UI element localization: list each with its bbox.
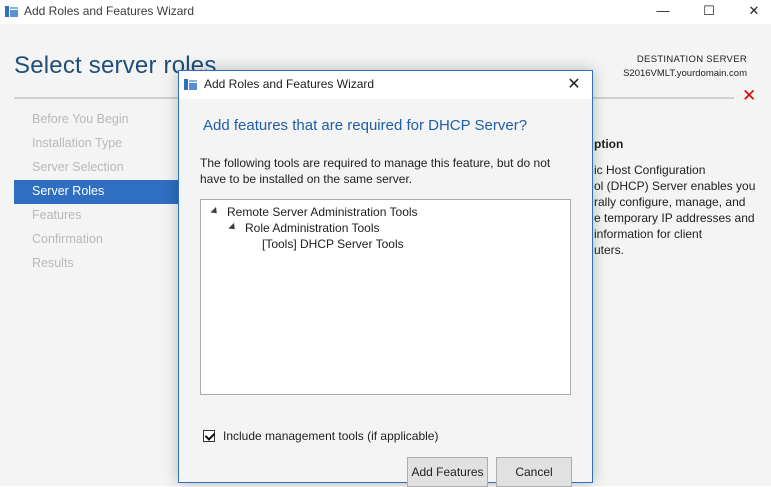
cancel-button[interactable]: Cancel — [496, 457, 572, 487]
description-title: ption — [594, 137, 624, 151]
dialog-title: Add Roles and Features Wizard — [204, 77, 375, 91]
dialog-heading: Add features that are required for DHCP … — [203, 117, 528, 134]
features-tree[interactable]: Remote Server Administration Tools Role … — [200, 199, 571, 395]
description-line: information for client — [594, 227, 703, 241]
add-features-dialog: Add Roles and Features Wizard ✕ Add feat… — [178, 70, 593, 487]
tree-item-label: Role Administration Tools — [245, 221, 380, 235]
tree-item-role-admin-tools[interactable]: Role Administration Tools — [228, 221, 380, 235]
description-body: ic Host Configuration ol (DHCP) Server e… — [594, 162, 764, 258]
dialog-description-line: The following tools are required to mana… — [200, 156, 551, 170]
description-line: ol (DHCP) Server enables you — [594, 179, 756, 193]
checkbox-checked-icon[interactable] — [203, 430, 215, 442]
window-titlebar[interactable]: Add Roles and Features Wizard — ☐ ✕ — [0, 0, 771, 24]
dialog-description-line: have to be installed on the same server. — [200, 172, 413, 186]
dialog-close-button[interactable]: ✕ — [564, 74, 584, 94]
server-manager-icon — [4, 4, 19, 22]
destination-server: DESTINATION SERVER S2016VMLT.yourdomain.… — [623, 53, 747, 81]
tree-item-rsat[interactable]: Remote Server Administration Tools — [210, 205, 418, 219]
dialog-content: Add features that are required for DHCP … — [179, 99, 592, 487]
description-line: ic Host Configuration — [594, 163, 706, 177]
tree-item-label: [Tools] DHCP Server Tools — [262, 237, 404, 251]
window-close-button[interactable]: ✕ — [731, 0, 771, 24]
description-line: e temporary IP addresses and — [594, 211, 755, 225]
description-line: uters. — [594, 243, 625, 257]
minimize-button[interactable]: — — [640, 0, 686, 24]
include-management-tools-checkbox[interactable]: Include management tools (if applicable) — [203, 429, 438, 443]
tree-item-dhcp-tools[interactable]: [Tools] DHCP Server Tools — [262, 237, 404, 251]
checkbox-label: Include management tools (if applicable) — [223, 429, 439, 443]
description-line: rally configure, manage, and — [594, 195, 746, 209]
destination-label: DESTINATION SERVER — [636, 54, 747, 65]
tree-item-label: Remote Server Administration Tools — [227, 205, 418, 219]
dialog-description: The following tools are required to mana… — [200, 155, 570, 187]
server-manager-icon — [183, 77, 198, 95]
error-x-icon[interactable]: ✕ — [742, 86, 756, 106]
window-title: Add Roles and Features Wizard — [24, 4, 195, 18]
maximize-button[interactable]: ☐ — [686, 0, 732, 24]
destination-server-name: S2016VMLT.yourdomain.com — [623, 68, 747, 79]
dialog-titlebar[interactable]: Add Roles and Features Wizard ✕ — [179, 71, 592, 99]
add-features-button[interactable]: Add Features — [407, 457, 488, 487]
expand-triangle-icon[interactable] — [228, 222, 238, 233]
expand-triangle-icon[interactable] — [210, 206, 220, 217]
